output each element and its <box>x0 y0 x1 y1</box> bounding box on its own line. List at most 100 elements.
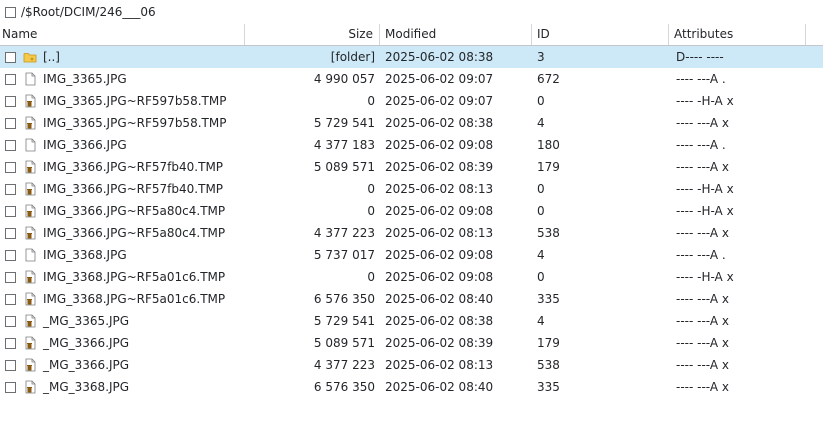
current-path: /$Root/DCIM/246___06 <box>21 5 156 19</box>
file-id: 538 <box>537 358 560 372</box>
modified-date: 2025-06-02 08:13 <box>385 358 494 372</box>
table-row[interactable]: IMG_3368.JPG~RF5a01c6.TMP 0 2025-06-02 09:… <box>0 266 823 288</box>
file-id: 0 <box>537 94 545 108</box>
column-header-name[interactable]: Name <box>0 24 245 45</box>
path-bar: /$Root/DCIM/246___06 <box>0 0 823 24</box>
file-name: IMG_3368.JPG~RF5a01c6.TMP <box>43 270 226 284</box>
file-id: 179 <box>537 160 560 174</box>
column-header-attributes[interactable]: Attributes <box>669 24 806 45</box>
deleted-file-icon <box>25 380 36 394</box>
file-id: 3 <box>537 50 545 64</box>
name-cell: IMG_3366.JPG~RF57fb40.TMP <box>0 156 245 178</box>
modified-date: 2025-06-02 09:07 <box>385 94 494 108</box>
file-icon <box>25 248 36 262</box>
row-checkbox[interactable] <box>5 161 16 173</box>
table-row[interactable]: [..] [folder] 2025-06-02 08:38 3 D---- ---- <box>0 46 823 68</box>
file-icon <box>25 138 36 152</box>
deleted-file-icon <box>25 94 36 108</box>
modified-date: 2025-06-02 08:40 <box>385 380 494 394</box>
row-checkbox[interactable] <box>5 95 16 107</box>
file-name: _MG_3368.JPG <box>43 380 130 394</box>
row-checkbox[interactable] <box>5 249 16 261</box>
row-checkbox[interactable] <box>5 359 16 371</box>
row-checkbox[interactable] <box>5 315 16 327</box>
file-id: 335 <box>537 380 560 394</box>
row-checkbox[interactable] <box>5 117 16 129</box>
file-attributes: ---- ---A x <box>676 116 729 130</box>
name-cell: IMG_3366.JPG~RF5a80c4.TMP <box>0 200 245 222</box>
file-id: 4 <box>537 116 545 130</box>
file-attributes: ---- ---A . <box>676 72 726 86</box>
file-name: IMG_3366.JPG~RF57fb40.TMP <box>43 160 224 174</box>
file-attributes: ---- ---A x <box>676 380 729 394</box>
table-row[interactable]: _MG_3368.JPG 6 576 350 2025-06-02 08:40 335… <box>0 376 823 398</box>
file-name: IMG_3365.JPG <box>43 72 127 86</box>
row-checkbox[interactable] <box>5 73 16 85</box>
file-size: 6 576 350 <box>313 292 375 306</box>
file-name: IMG_3368.JPG <box>43 248 127 262</box>
name-cell: IMG_3368.JPG~RF5a01c6.TMP <box>0 266 245 288</box>
table-row[interactable]: IMG_3366.JPG~RF57fb40.TMP 5 089 571 2025-0… <box>0 156 823 178</box>
deleted-file-icon <box>25 314 36 328</box>
file-attributes: ---- -H-A x <box>676 204 734 218</box>
table-row[interactable]: IMG_3368.JPG~RF5a01c6.TMP 6 576 350 2025-0… <box>0 288 823 310</box>
row-checkbox[interactable] <box>5 337 16 349</box>
file-size: 5 737 017 <box>313 248 375 262</box>
table-row[interactable]: IMG_3366.JPG~RF57fb40.TMP 0 2025-06-02 08:… <box>0 178 823 200</box>
table-row[interactable]: IMG_3368.JPG 5 737 017 2025-06-02 09:08 4 --… <box>0 244 823 266</box>
file-attributes: ---- ---A . <box>676 138 726 152</box>
folder-icon <box>23 53 37 63</box>
file-size: 4 377 183 <box>313 138 375 152</box>
name-cell: IMG_3365.JPG~RF597b58.TMP <box>0 90 245 112</box>
row-checkbox[interactable] <box>5 183 16 195</box>
file-size: 6 576 350 <box>313 380 375 394</box>
file-id: 538 <box>537 226 560 240</box>
file-name: IMG_3365.JPG~RF597b58.TMP <box>43 94 227 108</box>
row-checkbox[interactable] <box>5 205 16 217</box>
name-cell: _MG_3366.JPG <box>0 332 245 354</box>
table-row[interactable]: IMG_3366.JPG~RF5a80c4.TMP 4 377 223 2025-0… <box>0 222 823 244</box>
modified-date: 2025-06-02 09:08 <box>385 248 494 262</box>
table-row[interactable]: _MG_3366.JPG 5 089 571 2025-06-02 08:39 179… <box>0 332 823 354</box>
table-row[interactable]: IMG_3366.JPG~RF5a80c4.TMP 0 2025-06-02 09:… <box>0 200 823 222</box>
modified-date: 2025-06-02 08:38 <box>385 50 494 64</box>
name-cell: IMG_3366.JPG~RF57fb40.TMP <box>0 178 245 200</box>
column-header-id[interactable]: ID <box>532 24 669 45</box>
modified-date: 2025-06-02 08:38 <box>385 314 494 328</box>
file-id: 0 <box>537 204 545 218</box>
row-checkbox[interactable] <box>5 293 16 305</box>
file-attributes: ---- ---A x <box>676 358 729 372</box>
column-header-size[interactable]: Size <box>245 24 380 45</box>
deleted-file-icon <box>25 358 36 372</box>
row-checkbox[interactable] <box>5 271 16 283</box>
row-checkbox[interactable] <box>5 51 16 63</box>
modified-date: 2025-06-02 09:07 <box>385 72 494 86</box>
file-name: IMG_3366.JPG~RF5a80c4.TMP <box>43 204 226 218</box>
row-checkbox[interactable] <box>5 139 16 151</box>
modified-date: 2025-06-02 08:13 <box>385 182 494 196</box>
file-attributes: ---- ---A x <box>676 292 729 306</box>
table-row[interactable]: IMG_3365.JPG 4 990 057 2025-06-02 09:07 672… <box>0 68 823 90</box>
name-cell: IMG_3365.JPG <box>0 68 245 90</box>
row-checkbox[interactable] <box>5 381 16 393</box>
table-row[interactable]: _MG_3366.JPG 4 377 223 2025-06-02 08:13 538… <box>0 354 823 376</box>
file-name: _MG_3365.JPG <box>43 314 130 328</box>
column-header-modified[interactable]: Modified <box>380 24 532 45</box>
file-attributes: D---- ---- <box>676 50 724 64</box>
table-row[interactable]: IMG_3365.JPG~RF597b58.TMP 0 2025-06-02 09:… <box>0 90 823 112</box>
column-header: Name Size Modified ID Attributes <box>0 24 823 46</box>
file-id: 0 <box>537 270 545 284</box>
table-row[interactable]: _MG_3365.JPG 5 729 541 2025-06-02 08:38 4 --… <box>0 310 823 332</box>
file-size: 0 <box>367 182 375 196</box>
modified-date: 2025-06-02 09:08 <box>385 270 494 284</box>
modified-date: 2025-06-02 08:13 <box>385 226 494 240</box>
file-size: 5 089 571 <box>313 336 375 350</box>
row-checkbox[interactable] <box>5 227 16 239</box>
deleted-file-icon <box>25 226 36 240</box>
table-row[interactable]: IMG_3366.JPG 4 377 183 2025-06-02 09:08 180… <box>0 134 823 156</box>
table-row[interactable]: IMG_3365.JPG~RF597b58.TMP 5 729 541 2025-0… <box>0 112 823 134</box>
path-checkbox[interactable] <box>5 6 16 18</box>
modified-date: 2025-06-02 09:08 <box>385 138 494 152</box>
file-attributes: ---- -H-A x <box>676 270 734 284</box>
deleted-file-icon <box>25 182 36 196</box>
